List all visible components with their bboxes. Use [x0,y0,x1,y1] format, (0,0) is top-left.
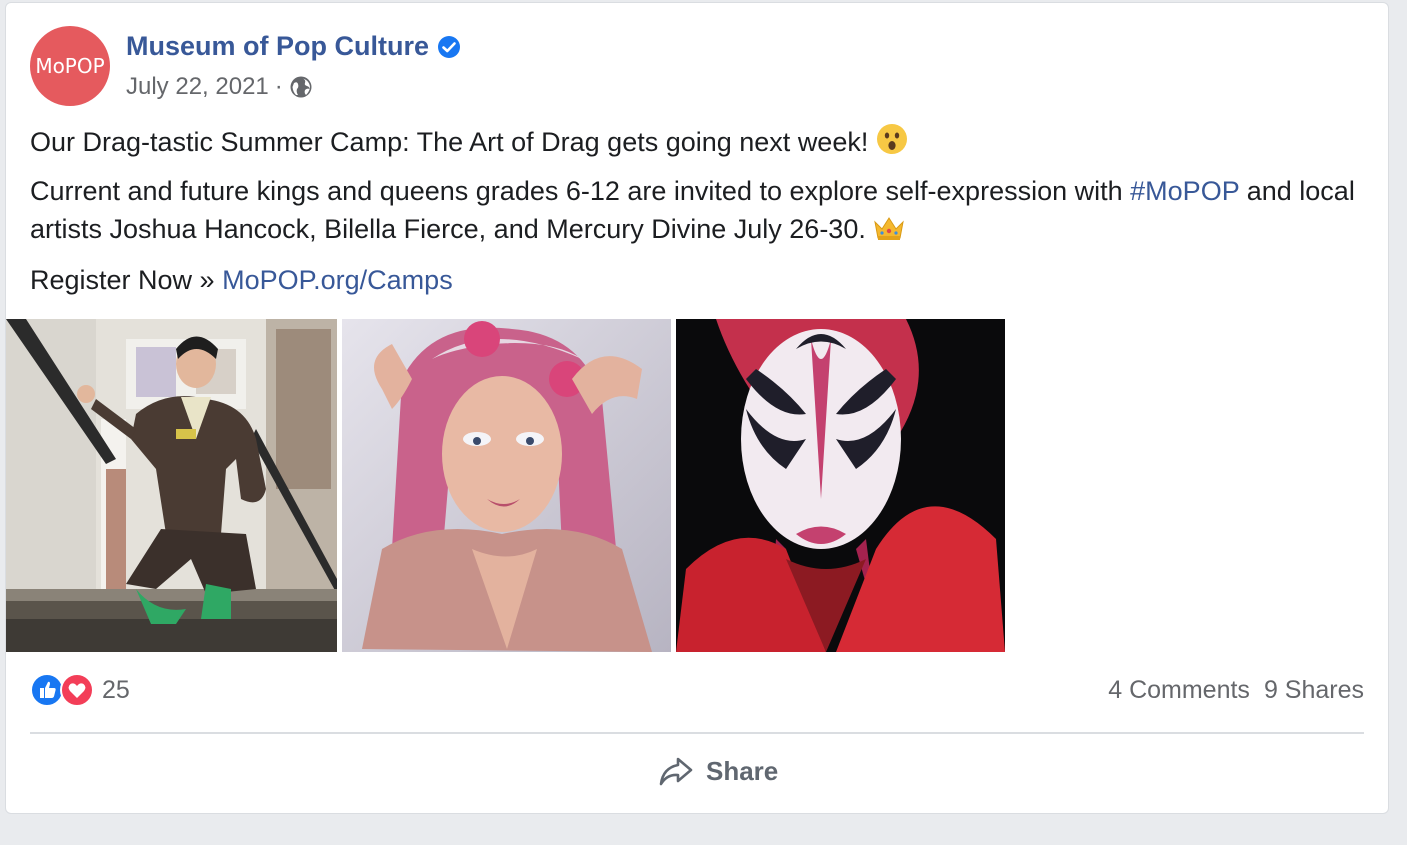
reactions-summary[interactable]: 25 [30,673,130,707]
surprised-emoji [876,123,908,165]
meta-separator: · [274,73,283,100]
action-divider [30,732,1364,734]
photo-bilella-fierce[interactable] [342,319,671,652]
post-text-line1: Our Drag-tastic Summer Camp: The Art of … [30,123,908,165]
post-text-paragraph2: Current and future kings and queens grad… [30,172,1360,252]
share-arrow-icon [659,757,693,786]
page-name[interactable]: Museum of Pop Culture [126,31,429,62]
globe-icon [290,76,312,98]
love-reaction-icon [60,673,94,707]
engagement-stats: 4 Comments 9 Shares [1108,676,1364,705]
verified-badge-icon [438,35,460,58]
post-date[interactable]: July 22, 2021 [126,73,269,101]
photo-joshua-hancock[interactable] [6,319,337,652]
like-reaction-icon [30,673,64,707]
avatar-logo-text: MoPOP [35,54,105,78]
comments-count[interactable]: 4 Comments [1108,676,1250,705]
page-avatar[interactable]: MoPOP [30,26,110,106]
paragraph2-text: Current and future kings and queens grad… [30,176,1123,206]
share-label: Share [706,755,779,786]
crown-emoji [873,214,905,252]
post-register-line: Register Now » MoPOP.org/Camps [30,261,453,299]
post-headline: Our Drag-tastic Summer Camp: The Art of … [30,127,869,157]
hashtag-link[interactable]: #MoPOP [1130,176,1239,206]
post-card: MoPOP Museum of Pop Culture July 22, 202… [5,2,1389,814]
shares-count[interactable]: 9 Shares [1264,676,1364,705]
register-text: Register Now » [30,265,215,295]
page-name-link[interactable]: Museum of Pop Culture [126,31,461,62]
reaction-count[interactable]: 25 [102,676,130,705]
reaction-icons [30,673,94,707]
post-meta: July 22, 2021 · [126,73,313,101]
photo-mercury-divine[interactable] [676,319,1005,652]
share-button[interactable]: Share [658,753,778,789]
register-link[interactable]: MoPOP.org/Camps [222,265,453,295]
